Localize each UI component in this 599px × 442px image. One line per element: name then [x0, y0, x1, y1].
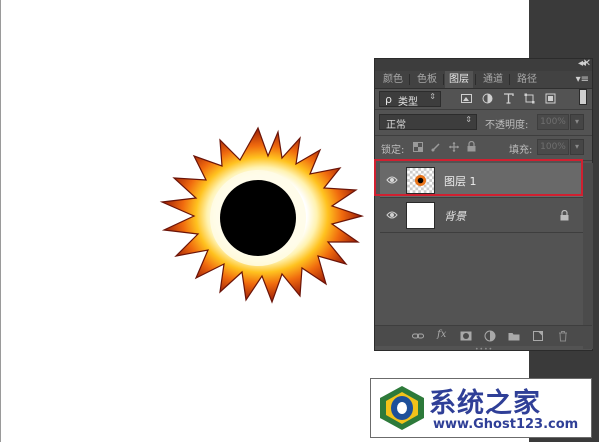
folder-icon[interactable] — [508, 330, 520, 342]
tab-layers[interactable]: 图层 — [445, 71, 473, 88]
tab-divider — [409, 74, 410, 85]
panel-tabs: 颜色 色板 图层 通道 路径 ▾≡ — [375, 71, 592, 89]
mask-icon[interactable] — [460, 330, 472, 342]
watermark-logo: 系统之家 www.Ghost123.com — [370, 378, 592, 438]
tab-divider — [509, 74, 510, 85]
layer-thumbnail — [406, 202, 435, 229]
watermark-url: www.Ghost123.com — [433, 417, 579, 432]
trash-icon[interactable] — [557, 330, 569, 342]
resize-handle[interactable]: •••• — [475, 346, 493, 353]
layers-scrollbar[interactable] — [583, 163, 593, 349]
lock-icon — [560, 210, 569, 221]
watermark-name: 系统之家 — [429, 388, 541, 419]
adjustment-filter-icon[interactable] — [482, 93, 493, 104]
layers-bottom-toolbar: fx — [375, 325, 592, 346]
smart-object-filter-icon[interactable] — [545, 93, 556, 104]
selection-highlight — [374, 159, 583, 196]
layers-panel: ◂◂ ✕ 颜色 色板 图层 通道 路径 ▾≡ ρ 类型 ⇕ 正常 ⇕ 不透明度:… — [374, 58, 593, 353]
eclipse-flame-artwork — [159, 126, 365, 304]
opacity-label: 不透明度: — [485, 120, 529, 131]
opacity-input[interactable]: 100% — [537, 114, 569, 130]
adjustment-icon[interactable] — [484, 330, 496, 342]
tab-swatches[interactable]: 色板 — [413, 71, 441, 88]
panel-menu-icon[interactable]: ▾≡ — [576, 71, 589, 88]
panel-title-bar[interactable]: ◂◂ ✕ — [375, 58, 592, 71]
lock-image-pixels-icon[interactable] — [431, 142, 441, 152]
lock-transparent-pixels-icon[interactable] — [413, 142, 423, 152]
fx-icon[interactable]: fx — [437, 329, 446, 340]
link-icon[interactable] — [412, 330, 424, 342]
blend-mode-value: 正常 — [386, 120, 406, 131]
tab-color[interactable]: 颜色 — [379, 71, 407, 88]
divider — [375, 109, 592, 110]
eye-icon[interactable] — [386, 210, 398, 220]
canvas-edge — [0, 0, 1, 442]
lock-position-icon[interactable] — [449, 142, 459, 152]
layer-row-background[interactable]: 背景 — [380, 198, 583, 233]
lock-all-icon[interactable] — [467, 141, 476, 152]
filter-kind-label: 类型 — [398, 97, 418, 108]
tab-paths[interactable]: 路径 — [513, 71, 541, 88]
tab-channels[interactable]: 通道 — [479, 71, 507, 88]
lock-label: 锁定: — [381, 145, 405, 156]
fill-input[interactable]: 100% — [537, 139, 569, 155]
divider — [375, 135, 592, 136]
layer-filter-select[interactable]: ρ 类型 ⇕ — [379, 91, 441, 108]
filter-toggle-switch[interactable] — [579, 89, 587, 105]
close-icon[interactable]: ✕ — [583, 58, 591, 69]
shape-filter-icon[interactable] — [524, 93, 535, 104]
fill-label: 填充: — [509, 145, 533, 156]
tab-divider — [475, 74, 476, 85]
chevron-updown-icon: ⇕ — [429, 92, 436, 101]
chevron-updown-icon: ⇕ — [465, 115, 472, 124]
fill-dropdown-button[interactable]: ▾ — [570, 139, 584, 155]
layer-name[interactable]: 背景 — [444, 208, 466, 224]
logo-mark — [380, 386, 424, 430]
new-layer-icon[interactable] — [532, 330, 544, 342]
search-icon: ρ — [385, 93, 392, 106]
blend-mode-select[interactable]: 正常 ⇕ — [379, 114, 477, 131]
type-filter-icon[interactable] — [503, 93, 514, 104]
tab-divider — [443, 74, 444, 85]
opacity-dropdown-button[interactable]: ▾ — [570, 114, 584, 130]
pixel-filter-icon[interactable] — [461, 93, 472, 104]
